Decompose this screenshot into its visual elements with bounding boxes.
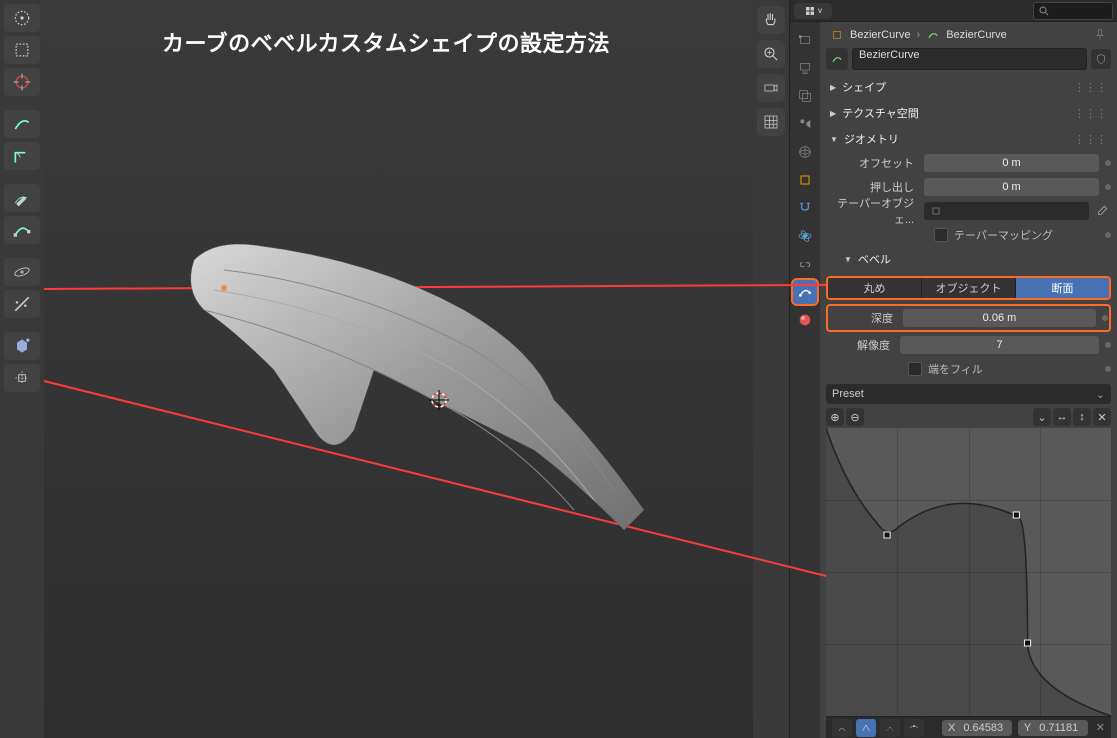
fake-user-icon[interactable] — [1091, 49, 1111, 69]
section-texture-space[interactable]: ▶テクスチャ空間⋮⋮⋮ — [826, 100, 1111, 126]
taper-label: テーパーオブジェ... — [826, 195, 922, 227]
curve-footer: X0.64583 Y0.71181 ✕ — [826, 716, 1111, 738]
taper-mapping-label: テーパーマッピング — [954, 227, 1053, 243]
offset-label: オフセット — [826, 155, 922, 171]
eyedropper-icon[interactable] — [1093, 202, 1111, 220]
zoom-out-icon[interactable]: ⊖ — [846, 408, 864, 426]
anim-dot[interactable] — [1105, 160, 1111, 166]
curve-datablock-icon[interactable] — [826, 48, 848, 70]
navigate-perspective-icon[interactable] — [757, 108, 785, 136]
bevel-profile-curve[interactable] — [826, 428, 1111, 716]
snap-free-icon[interactable] — [832, 719, 852, 737]
curve-properties-content: BezierCurve › BezierCurve BezierCurve ▶シ… — [820, 22, 1117, 738]
tool-cursor[interactable] — [4, 68, 40, 96]
offset-input[interactable]: 0 m — [924, 154, 1099, 172]
breadcrumb-data: BezierCurve — [946, 29, 1007, 41]
anim-dot[interactable] — [1102, 315, 1108, 321]
close-icon[interactable]: ✕ — [1093, 408, 1111, 426]
properties-search[interactable] — [1033, 2, 1113, 20]
taper-mapping-row: テーパーマッピング — [826, 224, 1111, 246]
tab-material-icon[interactable] — [793, 308, 817, 332]
properties-tabs — [790, 22, 820, 738]
navigate-camera-icon[interactable] — [757, 74, 785, 102]
resolution-input[interactable]: 7 — [900, 336, 1099, 354]
tab-render-icon[interactable] — [793, 28, 817, 52]
snap-grid-icon[interactable] — [880, 719, 900, 737]
arrows-h-icon[interactable]: ↔ — [1053, 408, 1071, 426]
tab-modifier-icon[interactable] — [793, 196, 817, 220]
fill-caps-checkbox[interactable] — [908, 362, 922, 376]
object-icon — [830, 28, 844, 42]
anim-dot[interactable] — [1105, 184, 1111, 190]
clip-icon[interactable]: ⌄ — [1033, 408, 1051, 426]
snap-auto-icon[interactable] — [904, 719, 924, 737]
tab-object-icon[interactable] — [793, 168, 817, 192]
section-bevel[interactable]: ▼ベベル — [826, 246, 1111, 272]
left-toolbar — [0, 0, 44, 738]
section-shape[interactable]: ▶シェイプ⋮⋮⋮ — [826, 74, 1111, 100]
tool-curve-edit[interactable] — [4, 216, 40, 244]
bevel-mode-round[interactable]: 丸め — [828, 278, 922, 298]
bevel-preset-dropdown[interactable]: Preset ⌄ — [826, 384, 1111, 404]
point-y-input[interactable]: Y0.71181 — [1018, 720, 1088, 736]
extrude-label: 押し出し — [826, 179, 922, 195]
datablock-name-input[interactable]: BezierCurve — [852, 48, 1087, 70]
point-x-input[interactable]: X0.64583 — [942, 720, 1012, 736]
tool-pen[interactable] — [4, 184, 40, 212]
tab-viewlayer-icon[interactable] — [793, 84, 817, 108]
tab-constraints-icon[interactable] — [793, 252, 817, 276]
cursor-3d-icon — [429, 390, 449, 410]
tab-scene-icon[interactable] — [793, 112, 817, 136]
tool-transform[interactable] — [4, 364, 40, 392]
curve-widget-toolbar: ⊕ ⊖ ⌄ ↔ ↕ ✕ — [826, 406, 1111, 428]
datablock-name-row: BezierCurve — [826, 48, 1111, 70]
depth-label: 深度 — [829, 310, 901, 326]
anim-dot[interactable] — [1105, 232, 1111, 238]
properties-header: v — [790, 0, 1117, 22]
taper-mapping-checkbox[interactable] — [934, 228, 948, 242]
tool-measure[interactable] — [4, 142, 40, 170]
close-icon[interactable]: ✕ — [1096, 721, 1105, 734]
section-geometry[interactable]: ▼ジオメトリ⋮⋮⋮ — [826, 126, 1111, 152]
editor-type-dropdown[interactable]: v — [794, 3, 832, 19]
depth-input[interactable]: 0.06 m — [903, 309, 1096, 327]
anim-dot[interactable] — [1105, 366, 1111, 372]
tool-randomize[interactable] — [4, 290, 40, 318]
tab-physics-icon[interactable] — [793, 224, 817, 248]
fill-caps-label: 端をフィル — [928, 361, 983, 377]
tool-tilt[interactable] — [4, 258, 40, 286]
zoom-in-icon[interactable]: ⊕ — [826, 408, 844, 426]
viewport-gizmo-strip — [753, 0, 789, 738]
pin-icon[interactable] — [1093, 28, 1107, 42]
curve-icon — [926, 28, 940, 42]
resolution-label: 解像度 — [826, 337, 898, 353]
bevel-mode-profile[interactable]: 断面 — [1016, 278, 1109, 298]
navigate-pan-icon[interactable] — [757, 6, 785, 34]
anim-dot[interactable] — [1105, 342, 1111, 348]
bevel-mode-tabs: 丸め オブジェクト 断面 — [826, 276, 1111, 300]
overlay-title: カーブのベベルカスタムシェイプの設定方法 — [162, 26, 610, 58]
snap-vector-icon[interactable] — [856, 719, 876, 737]
tool-select-tweak[interactable] — [4, 4, 40, 32]
breadcrumb-object: BezierCurve — [850, 29, 911, 41]
properties-panel: v BezierCurve › BezierCurve — [789, 0, 1117, 738]
breadcrumb: BezierCurve › BezierCurve — [826, 26, 1111, 44]
bevel-mode-object[interactable]: オブジェクト — [922, 278, 1016, 298]
navigate-zoom-icon[interactable] — [757, 40, 785, 68]
arrows-v-icon[interactable]: ↕ — [1073, 408, 1091, 426]
fill-caps-row: 端をフィル — [826, 358, 1111, 380]
extrude-input[interactable]: 0 m — [924, 178, 1099, 196]
tool-draw[interactable] — [4, 110, 40, 138]
viewport-3d[interactable]: カーブのベベルカスタムシェイプの設定方法 — [44, 0, 753, 738]
tool-add-primitive[interactable] — [4, 332, 40, 360]
tool-select-box[interactable] — [4, 36, 40, 64]
tab-world-icon[interactable] — [793, 140, 817, 164]
taper-object-input[interactable] — [924, 202, 1089, 220]
tab-output-icon[interactable] — [793, 56, 817, 80]
beveled-curve-mesh — [174, 230, 734, 550]
